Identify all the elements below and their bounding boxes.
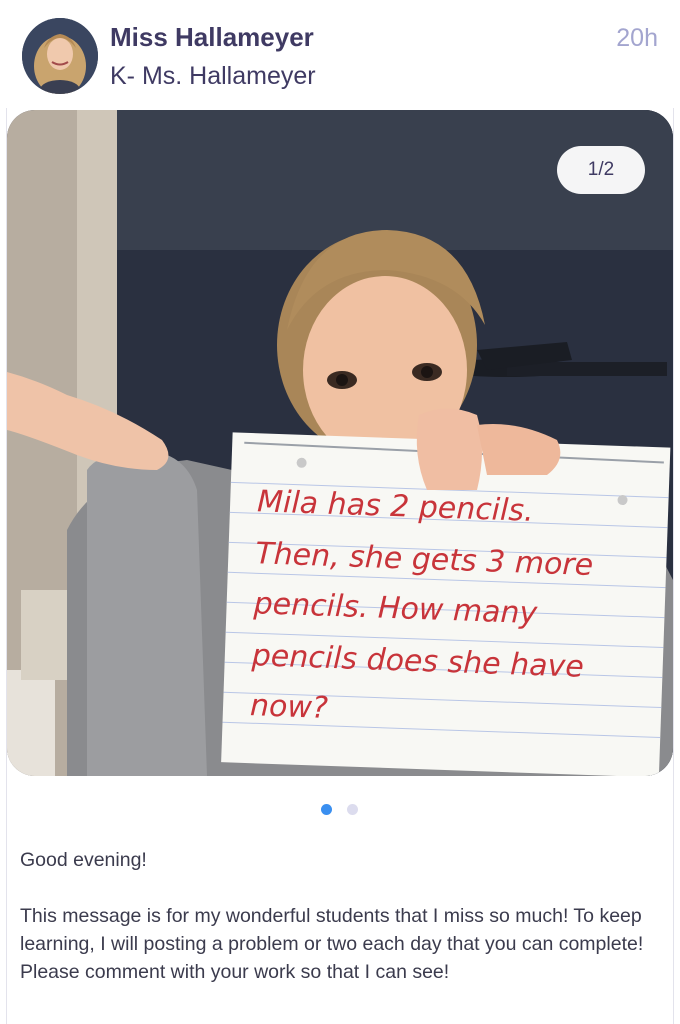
note-line-5: now? <box>250 688 329 726</box>
post-photo[interactable]: Mila has 2 pencils. Then, she gets 3 mor… <box>7 110 673 776</box>
author-avatar[interactable] <box>22 18 98 94</box>
photo-image: Mila has 2 pencils. Then, she gets 3 mor… <box>7 110 673 776</box>
pagination-dot-2[interactable] <box>347 804 358 815</box>
pagination-dot-1[interactable] <box>321 804 332 815</box>
class-name[interactable]: K- Ms. Hallameyer <box>110 62 316 91</box>
post-message: Good evening! This message is for my won… <box>20 846 665 986</box>
gallery-pagination <box>0 802 680 816</box>
gallery-counter: 1/2 <box>557 146 645 194</box>
post-header: Miss Hallameyer K- Ms. Hallameyer 20h <box>0 0 680 108</box>
message-greeting: Good evening! <box>20 849 147 871</box>
author-name[interactable]: Miss Hallameyer <box>110 22 314 53</box>
message-body: This message is for my wonderful student… <box>20 905 644 983</box>
post-timestamp: 20h <box>616 24 658 52</box>
